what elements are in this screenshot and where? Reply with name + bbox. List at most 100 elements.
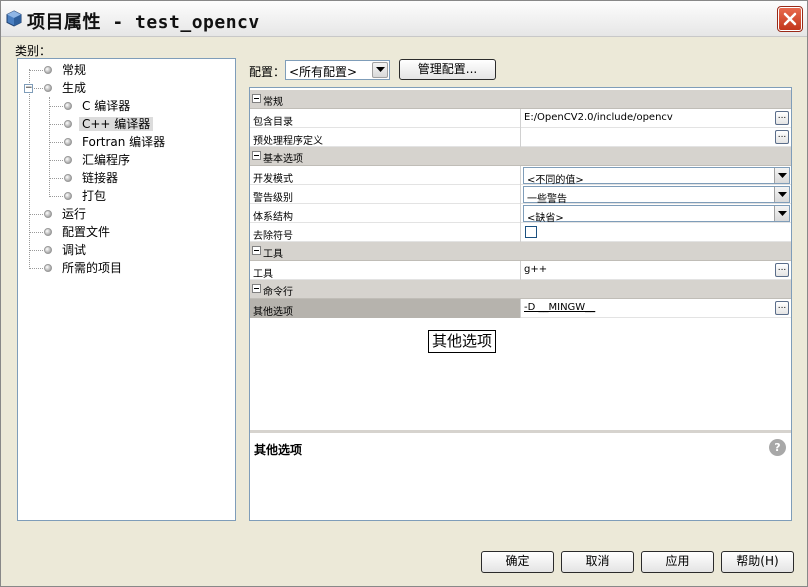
node-bullet-icon: [64, 192, 72, 200]
property-row-warning-level[interactable]: 警告级别 一些警告: [250, 185, 791, 205]
tree-item-debug[interactable]: 调试: [62, 241, 86, 259]
project-properties-dialog: 项目属性 - test_opencv 类别： 常规 − 生成 C 编译器 C++…: [0, 0, 808, 587]
tree-item-cpp-compiler[interactable]: C++ 编译器: [79, 115, 154, 133]
node-bullet-icon: [44, 228, 52, 236]
node-bullet-icon: [44, 246, 52, 254]
tree-item-packaging[interactable]: 打包: [82, 187, 106, 205]
section-title: 命令行: [263, 287, 293, 298]
property-row-other-options[interactable]: 其他选项 -D __MINGW__ ...: [250, 299, 791, 318]
tree-line: [49, 124, 63, 125]
tree-line: [49, 178, 63, 179]
property-name: 预处理程序定义: [253, 136, 323, 147]
ellipsis-button[interactable]: ...: [775, 263, 789, 277]
cancel-button[interactable]: 取消: [561, 551, 634, 573]
chevron-down-icon[interactable]: [372, 62, 388, 78]
section-title: 工具: [263, 249, 283, 260]
collapse-icon[interactable]: [252, 94, 261, 103]
tree-line: [29, 70, 43, 71]
tree-line: [49, 106, 63, 107]
tree-item-fortran-compiler[interactable]: Fortran 编译器: [82, 133, 165, 151]
chevron-down-icon[interactable]: [774, 187, 789, 202]
tree-item-profiles[interactable]: 配置文件: [62, 223, 110, 241]
category-tree[interactable]: 常规 − 生成 C 编译器 C++ 编译器 Fortran 编译器 汇编程序 链…: [17, 58, 236, 521]
other-options-input[interactable]: -D __MINGW__: [524, 302, 595, 313]
help-button[interactable]: 帮助(H): [721, 551, 794, 573]
tree-line: [49, 97, 50, 197]
section-command-line[interactable]: 命令行: [250, 280, 791, 299]
property-value: 一些警告: [527, 194, 567, 205]
collapse-icon[interactable]: [252, 151, 261, 160]
tree-item-label: C 编译器: [82, 99, 131, 113]
window-title: 项目属性 - test_opencv: [27, 12, 260, 33]
chevron-down-icon[interactable]: [774, 206, 789, 221]
tree-item-c-compiler[interactable]: C 编译器: [82, 97, 130, 115]
property-row-include-dirs[interactable]: 包含目录 E:/OpenCV2.0/include/opencv ...: [250, 109, 791, 128]
categories-label: 类别：: [15, 44, 52, 58]
property-row-tool[interactable]: 工具 g++ ...: [250, 261, 791, 280]
ellipsis-button[interactable]: ...: [775, 301, 789, 315]
apply-button[interactable]: 应用: [641, 551, 714, 573]
tree-line: [49, 196, 63, 197]
section-tools[interactable]: 工具: [250, 242, 791, 261]
title-bar: 项目属性 - test_opencv: [1, 1, 807, 37]
property-name: 去除符号: [253, 231, 293, 242]
architecture-select[interactable]: <缺省>: [523, 205, 790, 224]
config-select-value: <所有配置>: [289, 65, 358, 79]
property-row-preprocessor-defs[interactable]: 预处理程序定义 ...: [250, 128, 791, 147]
section-title: 基本选项: [263, 154, 303, 165]
node-bullet-icon: [64, 120, 72, 128]
tree-line: [49, 160, 63, 161]
tree-item-label: 汇编程序: [82, 153, 131, 167]
tree-item-run[interactable]: 运行: [62, 205, 86, 223]
tree-item-label: 配置文件: [62, 225, 111, 239]
tree-item-build[interactable]: 生成: [62, 79, 86, 97]
tree-line: [29, 250, 43, 251]
tree-item-label: 链接器: [82, 171, 119, 185]
tree-item-required-projects[interactable]: 所需的项目: [62, 259, 122, 277]
collapse-icon[interactable]: [252, 284, 261, 293]
property-value: <不同的值>: [527, 175, 584, 186]
chevron-down-icon[interactable]: [774, 168, 789, 183]
description-title: 其他选项: [254, 443, 303, 457]
ellipsis-button[interactable]: ...: [775, 130, 789, 144]
property-row-strip-symbols[interactable]: 去除符号: [250, 223, 791, 242]
node-bullet-icon: [44, 210, 52, 218]
tree-item-linker[interactable]: 链接器: [82, 169, 118, 187]
tree-item-assembler[interactable]: 汇编程序: [82, 151, 130, 169]
help-icon[interactable]: ?: [769, 439, 786, 456]
section-basic-options[interactable]: 基本选项: [250, 147, 791, 166]
collapse-icon[interactable]: −: [24, 84, 33, 93]
node-bullet-icon: [44, 84, 52, 92]
node-bullet-icon: [44, 66, 52, 74]
ok-button[interactable]: 确定: [481, 551, 554, 573]
close-icon: [783, 12, 797, 26]
tree-line: [49, 142, 63, 143]
config-select[interactable]: <所有配置>: [285, 60, 390, 80]
ellipsis-button[interactable]: ...: [775, 111, 789, 125]
splitter-handle[interactable]: [250, 430, 791, 433]
property-name: 工具: [253, 269, 273, 280]
property-name: 包含目录: [253, 117, 293, 128]
property-row-development-mode[interactable]: 开发模式 <不同的值>: [250, 166, 791, 186]
manage-config-button[interactable]: 管理配置...: [399, 59, 496, 80]
cube-icon: [6, 10, 22, 27]
tree-item-label: C++ 编译器: [79, 117, 154, 131]
warning-level-select[interactable]: 一些警告: [523, 186, 790, 205]
collapse-icon[interactable]: [252, 246, 261, 255]
tree-line: [34, 88, 43, 89]
tree-item-label: 常规: [62, 63, 87, 77]
tree-line: [29, 232, 43, 233]
tree-item-label: 运行: [62, 207, 87, 221]
property-value: <缺省>: [527, 213, 564, 224]
strip-symbols-checkbox[interactable]: [525, 226, 537, 238]
property-row-architecture[interactable]: 体系结构 <缺省>: [250, 204, 791, 224]
property-name: 体系结构: [253, 212, 293, 223]
property-value: E:/OpenCV2.0/include/opencv: [524, 112, 673, 123]
close-button[interactable]: [777, 6, 803, 32]
node-bullet-icon: [44, 264, 52, 272]
tree-item-general[interactable]: 常规: [62, 61, 86, 79]
property-value: g++: [524, 264, 548, 275]
section-general[interactable]: 常规: [250, 90, 791, 109]
development-mode-select[interactable]: <不同的值>: [523, 167, 790, 186]
property-name: 警告级别: [253, 193, 293, 204]
